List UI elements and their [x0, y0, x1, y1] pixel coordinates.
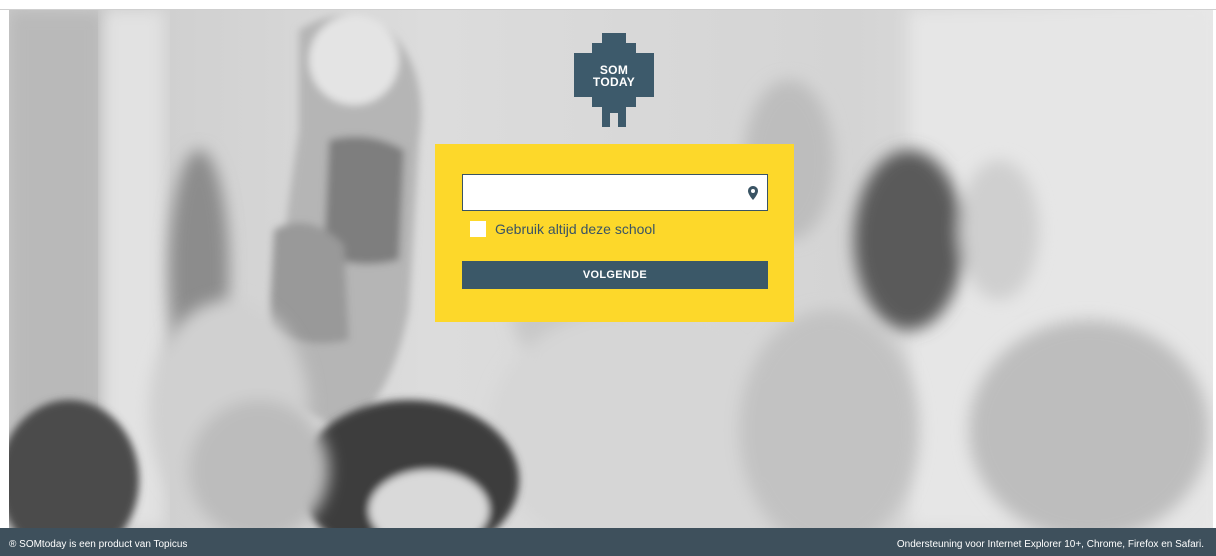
school-search-field[interactable]	[462, 174, 768, 211]
school-search-input[interactable]	[463, 175, 733, 210]
login-page: SOM TODAY Gebruik altijd deze school VOL…	[0, 0, 1216, 556]
footer-browser-support: Ondersteuning voor Internet Explorer 10+…	[896, 539, 1204, 550]
logo-text-line2: TODAY	[592, 75, 636, 89]
school-select-card: Gebruik altijd deze school VOLGENDE	[435, 144, 794, 322]
top-border	[0, 0, 1216, 10]
remember-school-checkbox[interactable]	[470, 221, 486, 237]
logo-text: SOM TODAY	[574, 64, 654, 88]
footer-copyright: ® SOMtoday is een product van Topicus	[9, 539, 188, 550]
remember-school-label[interactable]: Gebruik altijd deze school	[495, 221, 655, 237]
map-pin-icon[interactable]	[748, 186, 758, 200]
somtoday-logo: SOM TODAY	[574, 33, 654, 127]
next-button[interactable]: VOLGENDE	[462, 261, 768, 289]
footer: ® SOMtoday is een product van Topicus On…	[0, 528, 1216, 556]
remember-school-row[interactable]: Gebruik altijd deze school	[470, 219, 655, 239]
